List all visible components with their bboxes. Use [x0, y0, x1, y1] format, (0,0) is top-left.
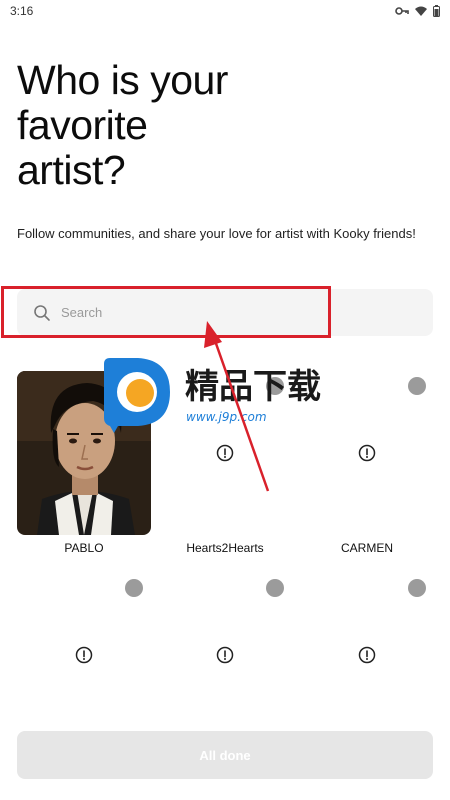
artist-photo-placeholder: [158, 573, 292, 737]
vpn-key-icon: [395, 7, 409, 15]
artist-name: PABLO: [64, 541, 104, 555]
watermark-logo: 精品下载 www.j9p.com: [100, 358, 350, 433]
artist-name: CARMEN: [340, 541, 393, 555]
annotation-highlight-box: [1, 286, 331, 338]
artist-photo-placeholder: [300, 573, 434, 737]
artist-card[interactable]: [158, 573, 292, 737]
artist-name: Hearts2Hearts: [186, 541, 264, 555]
alert-circle-icon: [216, 646, 234, 664]
select-indicator[interactable]: [266, 579, 284, 597]
watermark-text: 精品下载: [185, 367, 321, 407]
select-indicator[interactable]: [408, 377, 426, 395]
status-time: 3:16: [10, 4, 34, 18]
artist-card[interactable]: [17, 573, 151, 737]
all-done-button[interactable]: All done: [17, 731, 433, 779]
select-indicator[interactable]: [125, 579, 143, 597]
status-icons: [395, 5, 440, 17]
alert-circle-icon: [216, 444, 234, 462]
alert-circle-icon: [358, 646, 376, 664]
wifi-icon: [415, 6, 427, 16]
page-subtitle: Follow communities, and share your love …: [17, 226, 416, 241]
artist-card[interactable]: [300, 573, 434, 737]
select-indicator[interactable]: [408, 579, 426, 597]
alert-circle-icon: [75, 646, 93, 664]
alert-circle-icon: [358, 444, 376, 462]
battery-icon: [433, 5, 440, 17]
watermark-url: www.j9p.com: [186, 410, 267, 424]
status-bar: 3:16: [0, 0, 450, 22]
artist-photo-placeholder: [17, 573, 151, 737]
page-title: Who is your favorite artist?: [17, 57, 228, 193]
